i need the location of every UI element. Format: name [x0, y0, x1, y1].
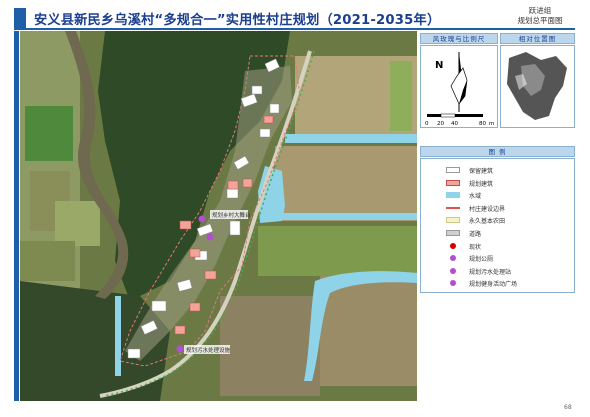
- sheet-group-name: 跃进组: [528, 6, 552, 15]
- farmland-east: [275, 146, 417, 221]
- legend-swatch: [446, 167, 460, 173]
- sheet-title: 规划总平面图: [517, 16, 563, 25]
- legend-swatch: [446, 192, 460, 199]
- legend-label: 永久基本农田: [469, 218, 506, 226]
- wind-rose-scale: N 0 20 40 80 m: [425, 52, 494, 127]
- legend-swatch: [446, 230, 460, 236]
- legend-label: 规划建筑: [469, 180, 494, 188]
- legend-label: 现状: [469, 243, 482, 251]
- water-channel: [282, 213, 417, 220]
- scale-panel: N 0 20 40 80 m: [420, 45, 498, 128]
- location-map: [507, 52, 567, 120]
- scale-seg: [440, 113, 456, 118]
- legend-header: 图 例: [420, 146, 575, 157]
- legend-swatch: [446, 217, 460, 224]
- legend-label: 规划公厕: [469, 256, 494, 264]
- legend-swatch: [450, 255, 456, 262]
- legend-item: 规划健身活动广场: [421, 278, 574, 288]
- water-channel: [285, 134, 417, 143]
- frame-stripe: [14, 31, 19, 401]
- farmland-se: [320, 276, 417, 386]
- legend-label: 保留建筑: [469, 168, 494, 175]
- field-block: [20, 241, 75, 281]
- callout-stage: 规划乡村大舞台: [212, 211, 251, 219]
- scale-seg: [455, 114, 483, 117]
- farmland-green: [258, 226, 417, 276]
- legend-swatch: [450, 267, 456, 274]
- water-ditch: [115, 296, 121, 376]
- field-block: [55, 201, 100, 246]
- legend-item: 村庄建设边界: [421, 203, 574, 213]
- legend-item: 永久基本农田: [421, 215, 574, 225]
- scale-tick: 20: [437, 121, 444, 127]
- planned-plaza-marker[interactable]: [206, 233, 214, 241]
- legend-item: 保留建筑: [421, 165, 574, 175]
- planned-sewage-marker[interactable]: [176, 345, 184, 353]
- location-panel: [500, 45, 575, 128]
- legend-item: 水域: [421, 190, 574, 200]
- legend-item: 规划污水处理站: [421, 266, 574, 276]
- legend-label: 规划污水处理站: [469, 268, 512, 276]
- map-canvas: 规划乡村大舞台 规划污水处理设施: [20, 31, 417, 401]
- scale-unit: m: [489, 121, 494, 127]
- legend-panel: 保留建筑规划建筑水域村庄建设边界 永久基本农田 道路现状规划公厕规划污水处理站 规划健…: [420, 158, 575, 293]
- green-field: [25, 106, 73, 161]
- legend-label: 村庄建设边界: [469, 205, 506, 213]
- green-strip: [390, 61, 412, 131]
- north-label: N: [435, 60, 443, 71]
- legend-item: 现状: [421, 241, 574, 251]
- scale-tick: 40: [451, 121, 458, 127]
- legend-label: 道路: [469, 231, 482, 238]
- legend-swatch: [450, 242, 456, 249]
- legend-label: 规划健身活动广场: [469, 281, 518, 289]
- scale-seg: [427, 114, 441, 117]
- scale-tick: 80: [479, 121, 486, 127]
- callout-sewage: 规划污水处理设施: [186, 346, 231, 354]
- master-plan-map[interactable]: 规划乡村大舞台 规划污水处理设施: [20, 31, 417, 401]
- legend-label: 水域: [469, 193, 482, 201]
- page-title: 安义县新民乡乌溪村“多规合一”实用性村庄规划（2021-2035年）: [34, 13, 441, 28]
- page-number: 68: [564, 404, 572, 411]
- planned-toilet-marker[interactable]: [198, 215, 206, 223]
- sheet-header: 跃进组 规划总平面图: [505, 6, 575, 26]
- legend-item: 规划公厕: [421, 253, 574, 263]
- legend-swatch: [446, 206, 460, 209]
- title-bar: 安义县新民乡乌溪村“多规合一”实用性村庄规划（2021-2035年）: [14, 8, 440, 28]
- legend-swatch: [446, 179, 460, 186]
- title-rule: [14, 28, 575, 30]
- location-panel-header: 相对位置图: [500, 33, 575, 44]
- legend-item: 道路: [421, 228, 574, 238]
- title-accent-block: [14, 8, 26, 28]
- legend-item: 规划建筑: [421, 178, 574, 188]
- scale-tick: 0: [425, 121, 429, 127]
- legend-swatch: [450, 280, 456, 287]
- scale-panel-header: 风玫瑰与比例尺: [420, 33, 498, 44]
